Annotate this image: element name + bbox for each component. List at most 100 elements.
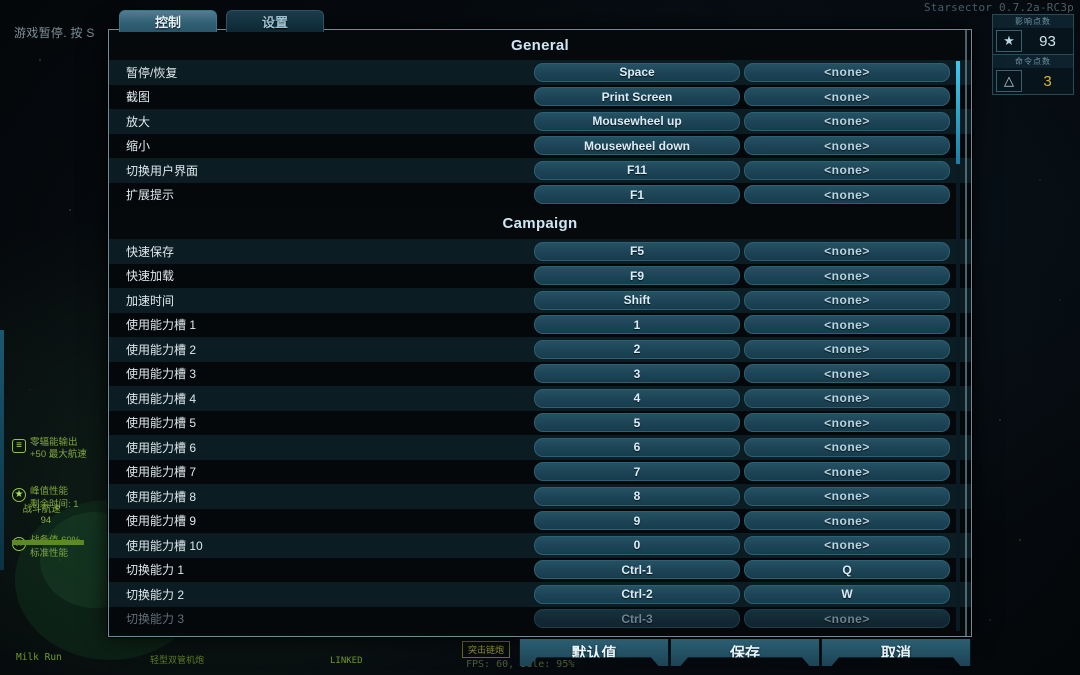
keybindings-scroll-area: General 暂停/恢复 Space <none> 截图 Print Screen <no… — [109, 30, 971, 636]
keybinding-secondary-button[interactable]: <none> — [744, 185, 950, 205]
keybinding-row: 快速加载 F9 <none> — [109, 263, 971, 288]
keybinding-primary-button[interactable]: 0 — [534, 535, 740, 555]
keybinding-primary-button[interactable]: Ctrl-2 — [534, 584, 740, 604]
keybinding-primary-button[interactable]: F11 — [534, 160, 740, 180]
keybinding-secondary-button[interactable]: <none> — [744, 290, 950, 310]
keybinding-primary-button[interactable]: Ctrl-1 — [534, 560, 740, 580]
keybinding-action-label: 缩小 — [126, 139, 151, 154]
keybinding-primary-button[interactable]: F9 — [534, 266, 740, 286]
keybinding-primary-button[interactable]: Shift — [534, 290, 740, 310]
keybinding-row: 暂停/恢复 Space <none> — [109, 60, 971, 85]
keybinding-row: 缩小 Mousewheel down <none> — [109, 133, 971, 158]
ship-stat-item: ≡ 零辐能输出 +50 最大航速 — [12, 437, 87, 462]
keybinding-secondary-button[interactable]: <none> — [744, 364, 950, 384]
save-button[interactable]: 保存 — [670, 639, 820, 666]
keybinding-primary-button[interactable]: 7 — [534, 462, 740, 482]
keybinding-secondary-button[interactable]: <none> — [744, 160, 950, 180]
pause-message: 游戏暂停. 按 S — [14, 26, 95, 40]
fleet-icon: △ — [996, 70, 1022, 92]
keybinding-row: 扩展提示 F1 <none> — [109, 182, 971, 207]
keybinding-row: 使用能力槽 3 3 <none> — [109, 361, 971, 386]
keybinding-row: 截图 Print Screen <none> — [109, 84, 971, 109]
keybinding-secondary-button[interactable]: <none> — [744, 413, 950, 433]
influence-points-panel: 影响点数 ★ 93 — [992, 14, 1074, 55]
keybinding-secondary-button[interactable]: <none> — [744, 136, 950, 156]
keybinding-primary-button[interactable]: 6 — [534, 437, 740, 457]
ship-name: Milk Run — [16, 652, 62, 663]
keybinding-primary-button[interactable]: 2 — [534, 339, 740, 359]
tab-controls[interactable]: 控制 — [119, 10, 217, 32]
keybinding-primary-button[interactable]: 9 — [534, 511, 740, 531]
keybinding-row: 切换能力 2 Ctrl-2 W — [109, 582, 971, 607]
scrollbar-thumb[interactable] — [956, 61, 960, 164]
keybinding-primary-button[interactable]: Space — [534, 62, 740, 82]
keybinding-secondary-button[interactable]: W — [744, 584, 950, 604]
combat-speed-value: 94 — [40, 515, 52, 526]
keybinding-primary-button[interactable]: 1 — [534, 315, 740, 335]
keybinding-primary-button[interactable]: Mousewheel down — [534, 136, 740, 156]
command-points-panel: 命令点数 △ 3 — [992, 54, 1074, 95]
weapon-group-button: 突击链炮 — [462, 641, 511, 658]
scrollbar-track[interactable] — [956, 61, 960, 631]
keybindings-dialog: General 暂停/恢复 Space <none> 截图 Print Screen <no… — [108, 29, 972, 637]
keybinding-secondary-button[interactable]: <none> — [744, 266, 950, 286]
left-hud-rail — [0, 330, 4, 570]
tab-settings[interactable]: 设置 — [226, 10, 324, 32]
keybinding-action-label: 快速保存 — [126, 244, 175, 259]
keybinding-secondary-button[interactable]: <none> — [744, 462, 950, 482]
keybinding-secondary-button[interactable]: <none> — [744, 339, 950, 359]
keybinding-action-label: 快速加载 — [126, 269, 175, 284]
star-icon: ★ — [996, 30, 1022, 52]
keybinding-secondary-button[interactable]: <none> — [744, 486, 950, 506]
keybinding-primary-button[interactable]: Mousewheel up — [534, 111, 740, 131]
keybinding-primary-button[interactable]: F5 — [534, 241, 740, 261]
linked-label: LINKED — [330, 656, 363, 666]
keybinding-primary-button[interactable]: Ctrl-3 — [534, 609, 740, 629]
keybinding-secondary-button[interactable]: <none> — [744, 62, 950, 82]
keybinding-secondary-button[interactable]: <none> — [744, 437, 950, 457]
keybinding-primary-button[interactable]: 5 — [534, 413, 740, 433]
dialog-tabs: 控制 设置 — [119, 10, 324, 32]
keybinding-primary-button[interactable]: Print Screen — [534, 87, 740, 107]
keybinding-action-label: 切换能力 2 — [126, 587, 185, 602]
keybinding-secondary-button[interactable]: <none> — [744, 511, 950, 531]
keybinding-secondary-button[interactable]: <none> — [744, 535, 950, 555]
keybinding-secondary-button[interactable]: Q — [744, 560, 950, 580]
keybinding-secondary-button[interactable]: <none> — [744, 609, 950, 629]
keybinding-row: 使用能力槽 6 6 <none> — [109, 435, 971, 460]
autofire-hud: LINKED 自动开火: — [330, 634, 383, 675]
keybinding-action-label: 使用能力槽 3 — [126, 367, 197, 382]
section-header: General — [109, 30, 971, 60]
keybinding-row: 使用能力槽 2 2 <none> — [109, 337, 971, 362]
keybinding-secondary-button[interactable]: <none> — [744, 388, 950, 408]
keybinding-action-label: 使用能力槽 1 — [126, 318, 197, 333]
keybindings-sections: General 暂停/恢复 Space <none> 截图 Print Screen <no… — [109, 30, 971, 631]
keybinding-primary-button[interactable]: 4 — [534, 388, 740, 408]
keybinding-secondary-button[interactable]: <none> — [744, 87, 950, 107]
keybinding-secondary-button[interactable]: <none> — [744, 241, 950, 261]
keybinding-row: 使用能力槽 4 4 <none> — [109, 386, 971, 411]
defaults-button[interactable]: 默认值 — [519, 639, 669, 666]
command-points-caption: 命令点数 — [993, 55, 1073, 68]
keybinding-action-label: 放大 — [126, 114, 151, 129]
keybinding-primary-button[interactable]: F1 — [534, 185, 740, 205]
keybinding-action-label: 加速时间 — [126, 293, 175, 308]
keybinding-row: 切换能力 1 Ctrl-1 Q — [109, 557, 971, 582]
keybinding-action-label: 使用能力槽 7 — [126, 465, 197, 480]
keybinding-row: 切换用户界面 F11 <none> — [109, 158, 971, 183]
keybinding-row: 使用能力槽 1 1 <none> — [109, 312, 971, 337]
keybinding-primary-button[interactable]: 3 — [534, 364, 740, 384]
keybinding-secondary-button[interactable]: <none> — [744, 111, 950, 131]
ship-info-hud: Milk Run 猎犬 (D) 级 Standard 武装商船 — [16, 628, 105, 675]
combat-speed-hud: 战斗航速 94 — [12, 490, 84, 567]
combat-speed-bar — [12, 540, 84, 545]
keybinding-primary-button[interactable]: 8 — [534, 486, 740, 506]
game-screen: 游戏暂停. 按 S Starsector 0.7.2a-RC3p 影响点数 ★ … — [0, 0, 1080, 675]
keybinding-row: 放大 Mousewheel up <none> — [109, 109, 971, 134]
keybinding-row: 使用能力槽 9 9 <none> — [109, 508, 971, 533]
keybinding-secondary-button[interactable]: <none> — [744, 315, 950, 335]
cancel-button[interactable]: 取消 — [821, 639, 971, 666]
command-points-value: 3 — [1043, 72, 1052, 90]
emission-icon: ≡ — [12, 438, 26, 453]
influence-points-value: 93 — [1039, 32, 1056, 50]
